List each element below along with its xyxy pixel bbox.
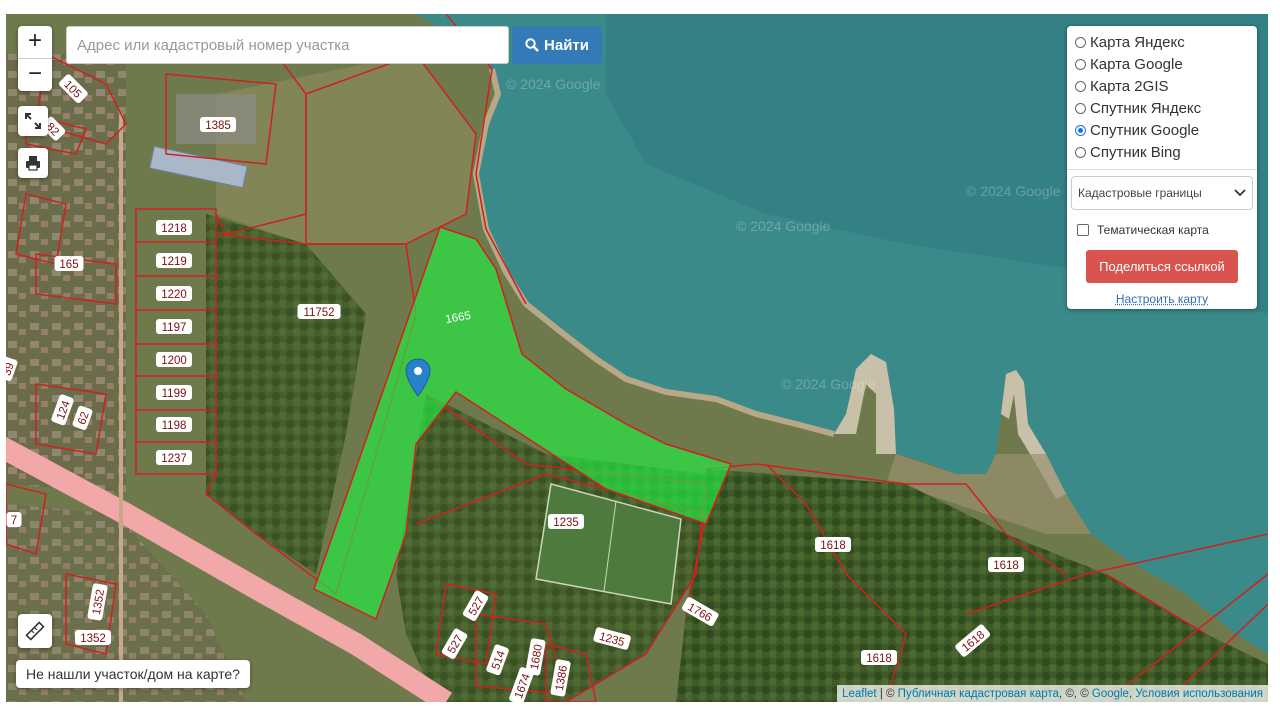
fullscreen-button[interactable] xyxy=(18,106,48,136)
parcel-label-text: 1218 xyxy=(161,223,187,235)
parcel-label-text: 1198 xyxy=(162,420,187,432)
parcel-label-text: 165 xyxy=(59,259,78,271)
fullscreen-icon xyxy=(25,113,41,129)
ruler-icon xyxy=(25,621,45,641)
parcel-label-text: 1618 xyxy=(820,540,846,552)
parcel-label-text: 1220 xyxy=(161,289,187,301)
basemap-option[interactable]: Карта 2GIS xyxy=(1075,75,1249,97)
search-icon xyxy=(525,38,539,52)
print-button[interactable] xyxy=(18,148,48,178)
chevron-down-icon xyxy=(1234,189,1246,197)
search-button[interactable]: Найти xyxy=(512,26,602,64)
parcel-label[interactable]: 1220 xyxy=(156,286,192,301)
basemap-radio[interactable] xyxy=(1075,124,1086,136)
parcel-label-text: 11752 xyxy=(303,307,334,319)
parcel-label-text: 7 xyxy=(11,515,17,527)
parcel-label[interactable]: 1618 xyxy=(815,537,851,552)
basemap-option[interactable]: Карта Яндекс xyxy=(1075,31,1249,53)
parcel-label[interactable]: 1218 xyxy=(156,220,192,235)
parcel-label-text: 1199 xyxy=(162,388,187,400)
panel-divider xyxy=(1067,169,1257,170)
basemap-radio[interactable] xyxy=(1075,146,1086,158)
parcel-label[interactable]: 1197 xyxy=(156,319,192,334)
basemap-radio[interactable] xyxy=(1075,80,1086,92)
share-link-button[interactable]: Поделиться ссылкой xyxy=(1086,250,1238,283)
parcel-label[interactable]: 1200 xyxy=(156,352,192,367)
map-view[interactable]: 1665 11752 1385 105 82 1218 1219 1220 1197 1200 11… xyxy=(6,14,1268,702)
search-input[interactable] xyxy=(66,26,509,64)
basemap-option[interactable]: Карта Google xyxy=(1075,53,1249,75)
attribution-sep-1: | © xyxy=(876,687,898,700)
basemap-radio[interactable] xyxy=(1075,58,1086,70)
measure-button[interactable] xyxy=(18,614,52,648)
parcel-label-text: 1219 xyxy=(161,256,187,268)
parcel-label[interactable]: 165 xyxy=(54,256,84,271)
parcel-label-text: 1352 xyxy=(80,633,106,645)
parcel-label[interactable]: 1618 xyxy=(988,557,1024,572)
parcel-label[interactable]: 1235 xyxy=(548,514,584,529)
print-icon xyxy=(26,156,40,171)
parcel-label-text: 1235 xyxy=(553,517,579,529)
parcel-label[interactable]: 1199 xyxy=(156,385,192,400)
parcel-label[interactable]: 7 xyxy=(6,512,22,527)
overlay-select-value: Кадастровые границы xyxy=(1078,186,1202,200)
google-watermark: © 2024 Google xyxy=(506,76,601,92)
parcel-label-text: 1618 xyxy=(866,653,892,665)
parcel-label-text: 1385 xyxy=(205,120,231,132)
basemap-option-label: Карта Яндекс xyxy=(1090,33,1185,51)
basemap-option-label: Карта 2GIS xyxy=(1090,77,1169,95)
zoom-in-button[interactable]: + xyxy=(18,26,52,58)
parcel-label[interactable]: 1352 xyxy=(75,630,111,645)
google-watermark: © 2024 Google xyxy=(966,183,1061,199)
terms-link[interactable]: Условия использования xyxy=(1135,688,1263,700)
zoom-control: + − xyxy=(18,26,52,91)
parcel-label[interactable]: 11752 xyxy=(297,304,341,319)
leaflet-link[interactable]: Leaflet xyxy=(842,688,877,700)
basemap-option-label: Спутник Bing xyxy=(1090,143,1181,161)
basemap-option-label: Спутник Яндекс xyxy=(1090,99,1202,117)
parcel-label-text: 1197 xyxy=(162,322,187,334)
google-watermark: © 2024 Google xyxy=(781,376,876,392)
parcel-label[interactable]: 1198 xyxy=(156,417,192,432)
search-button-label: Найти xyxy=(544,36,589,54)
google-link[interactable]: Google xyxy=(1092,688,1129,700)
attribution: Leaflet | © Публичная кадастровая карта … xyxy=(837,685,1268,702)
configure-map-link[interactable]: Настроить карту xyxy=(1075,292,1249,306)
basemap-radio[interactable] xyxy=(1075,102,1086,114)
basemap-option-label: Спутник Google xyxy=(1090,121,1200,139)
parcel-label-text: 1237 xyxy=(161,453,187,465)
parcel-label[interactable]: 1385 xyxy=(200,117,236,132)
layers-panel: Карта Яндекс Карта Google Карта 2GIS Спутни… xyxy=(1067,26,1257,309)
overlay-select[interactable]: Кадастровые границы xyxy=(1071,176,1253,210)
parcel-label[interactable]: 1237 xyxy=(156,450,192,465)
basemap-list: Карта Яндекс Карта Google Карта 2GIS Спутни… xyxy=(1075,31,1249,163)
cadastral-map-link[interactable]: Публичная кадастровая карта xyxy=(898,688,1059,700)
thematic-map-checkbox[interactable] xyxy=(1077,224,1089,236)
basemap-radio[interactable] xyxy=(1075,36,1086,48)
basemap-option[interactable]: Спутник Google xyxy=(1075,119,1249,141)
zoom-out-button[interactable]: − xyxy=(18,58,52,91)
parcel-label-text: 1618 xyxy=(993,560,1019,572)
basemap-option[interactable]: Спутник Яндекс xyxy=(1075,97,1249,119)
attribution-sep-2: , ©, © xyxy=(1058,687,1092,700)
basemap-option-label: Карта Google xyxy=(1090,55,1183,73)
parcel-label-text: 1200 xyxy=(161,355,187,367)
thematic-map-toggle[interactable]: Тематическая карта xyxy=(1077,222,1249,238)
parcel-label[interactable]: 1618 xyxy=(861,650,897,665)
google-watermark: © 2024 Google xyxy=(736,218,831,234)
parcel-label[interactable]: 1219 xyxy=(156,253,192,268)
not-found-button[interactable]: Не нашли участок/дом на карте? xyxy=(16,660,250,688)
basemap-option[interactable]: Спутник Bing xyxy=(1075,141,1249,163)
thematic-map-label: Тематическая карта xyxy=(1097,223,1209,237)
